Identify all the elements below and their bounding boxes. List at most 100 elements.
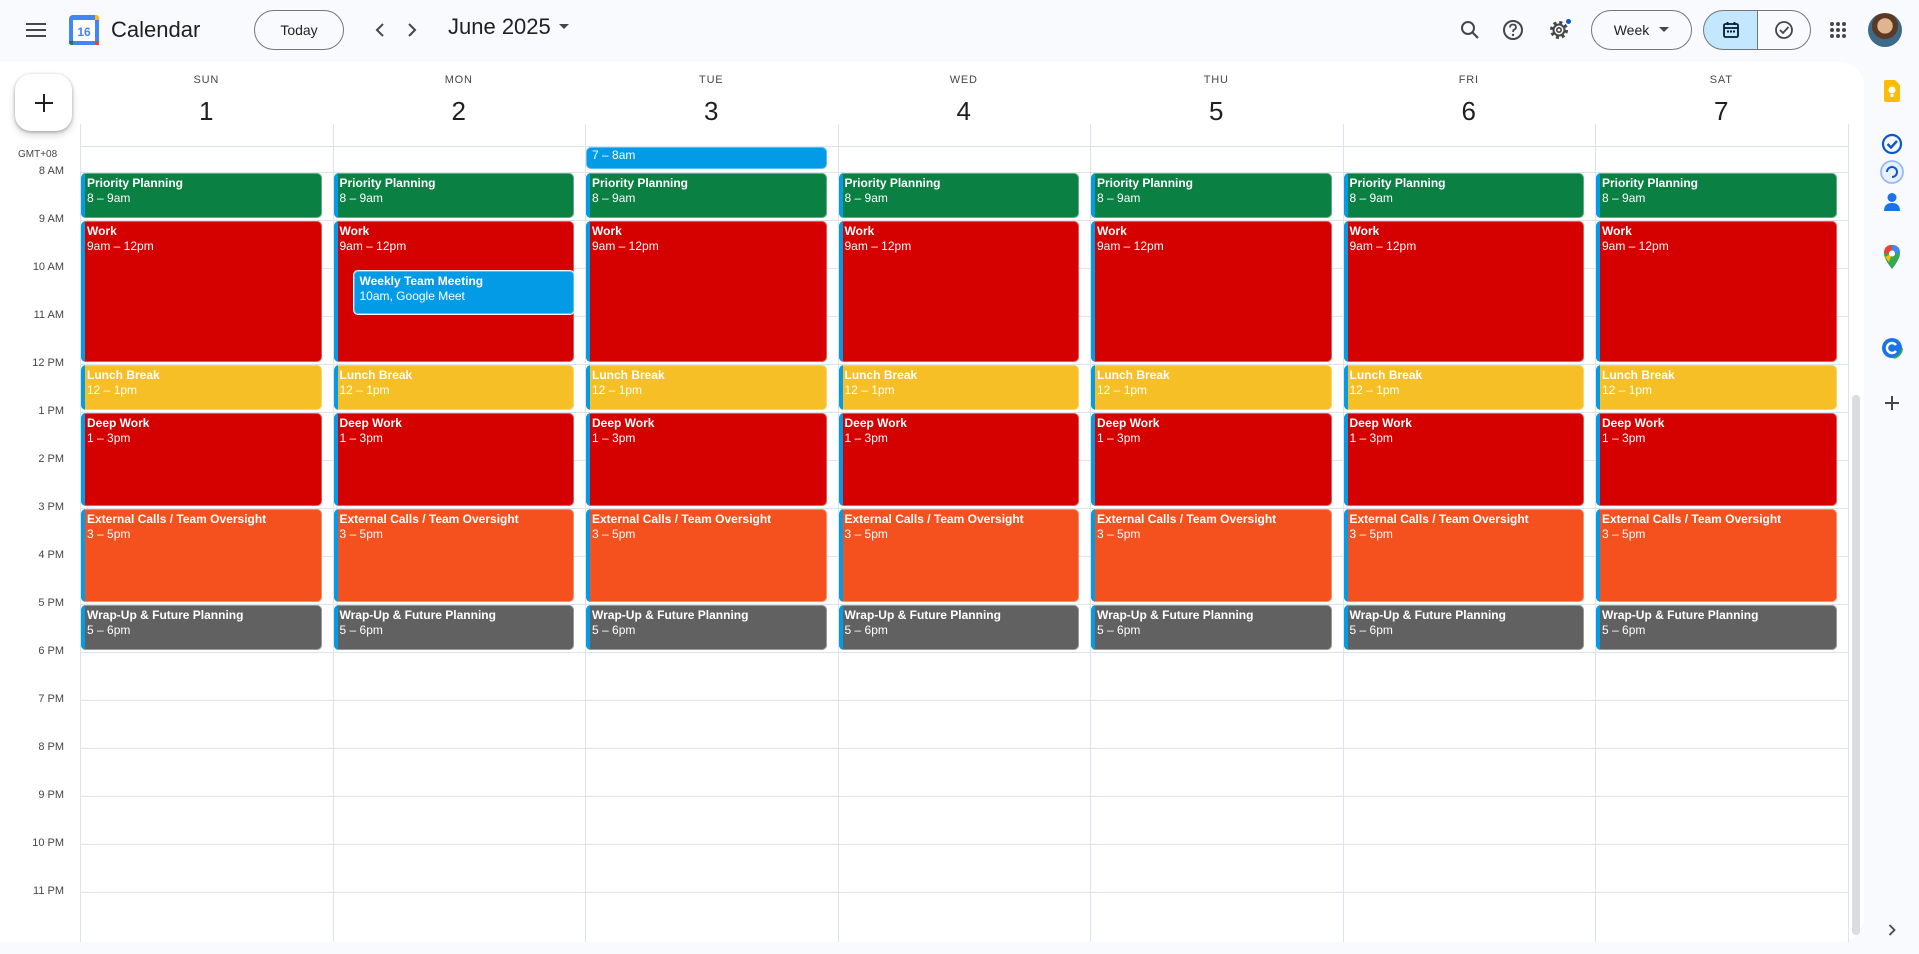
event-title: External Calls / Team Oversight	[1602, 512, 1782, 526]
event-wrap-up-future-planning[interactable]: Wrap-Up & Future Planning 5 – 6pm	[1343, 605, 1584, 650]
event-lunch-break[interactable]: Lunch Break 12 – 1pm	[333, 365, 574, 410]
event-priority-planning[interactable]: Priority Planning 8 – 9am	[333, 173, 574, 218]
event-title: Work	[844, 224, 875, 238]
tasks-view-toggle[interactable]	[1757, 10, 1811, 50]
event-deep-work[interactable]: Deep Work 1 – 3pm	[1596, 413, 1837, 506]
day-header-wed[interactable]: WED 4	[838, 62, 1091, 144]
day-header-fri[interactable]: FRI 6	[1343, 62, 1596, 144]
event-title: Wrap-Up & Future Planning	[1097, 608, 1254, 622]
event-wrap-up-future-planning[interactable]: Wrap-Up & Future Planning 5 – 6pm	[81, 605, 322, 650]
day-number[interactable]: 4	[957, 96, 971, 127]
keep-button[interactable]	[1878, 77, 1906, 105]
addon-button[interactable]	[1878, 334, 1906, 362]
search-button[interactable]	[1450, 10, 1490, 50]
event-external-calls-team-oversight[interactable]: External Calls / Team Oversight 3 – 5pm	[1091, 509, 1332, 602]
event-lunch-break[interactable]: Lunch Break 12 – 1pm	[838, 365, 1079, 410]
hide-side-panel-button[interactable]	[1878, 916, 1906, 944]
tasks-sync-indicator	[1878, 158, 1906, 186]
event-time: 8 – 9am	[1349, 191, 1393, 205]
main-menu-button[interactable]	[16, 10, 56, 50]
event-work[interactable]: Work 9am – 12pm	[81, 221, 322, 362]
calendar-view-toggle[interactable]	[1703, 10, 1757, 50]
calendar-logo[interactable]: 16	[68, 14, 100, 46]
event-priority-planning[interactable]: Priority Planning 8 – 9am	[1596, 173, 1837, 218]
get-addons-button[interactable]	[1878, 389, 1906, 417]
event-priority-planning[interactable]: Priority Planning 8 – 9am	[586, 173, 827, 218]
event-time: 3 – 5pm	[339, 527, 383, 541]
hour-label: 4 PM	[38, 549, 64, 561]
event-deep-work[interactable]: Deep Work 1 – 3pm	[586, 413, 827, 506]
hour-label: 9 AM	[38, 213, 64, 225]
event-time: 12 – 1pm	[87, 383, 138, 397]
day-number[interactable]: 6	[1462, 96, 1476, 127]
event-external-calls-team-oversight[interactable]: External Calls / Team Oversight 3 – 5pm	[333, 509, 574, 602]
event-early-morning[interactable]: 7 – 8am	[586, 147, 827, 169]
chevron-right-icon	[408, 23, 417, 37]
event-priority-planning[interactable]: Priority Planning 8 – 9am	[1343, 173, 1584, 218]
event-title: Priority Planning	[1097, 176, 1194, 190]
event-work[interactable]: Work 9am – 12pm	[838, 221, 1079, 362]
day-number[interactable]: 2	[452, 96, 466, 127]
svg-text:16: 16	[77, 25, 91, 39]
event-lunch-break[interactable]: Lunch Break 12 – 1pm	[1596, 365, 1837, 410]
event-lunch-break[interactable]: Lunch Break 12 – 1pm	[81, 365, 322, 410]
today-button[interactable]: Today	[254, 10, 344, 50]
day-header-mon[interactable]: MON 2	[333, 62, 586, 144]
event-work[interactable]: Work 9am – 12pm	[1596, 221, 1837, 362]
event-external-calls-team-oversight[interactable]: External Calls / Team Oversight 3 – 5pm	[1343, 509, 1584, 602]
day-header-thu[interactable]: THU 5	[1090, 62, 1343, 144]
event-time: 1 – 3pm	[1097, 431, 1141, 445]
day-number[interactable]: 3	[704, 96, 718, 127]
event-title: Weekly Team Meeting	[359, 274, 484, 288]
event-external-calls-team-oversight[interactable]: External Calls / Team Oversight 3 – 5pm	[1596, 509, 1837, 602]
event-title: External Calls / Team Oversight	[592, 512, 772, 526]
event-priority-planning[interactable]: Priority Planning 8 – 9am	[838, 173, 1079, 218]
event-work[interactable]: Work 9am – 12pm	[586, 221, 827, 362]
help-button[interactable]	[1493, 10, 1533, 50]
event-work[interactable]: Work 9am – 12pm	[1091, 221, 1332, 362]
day-header-sun[interactable]: SUN 1	[80, 62, 333, 144]
tasks-button[interactable]	[1878, 130, 1906, 158]
create-event-button[interactable]	[15, 74, 72, 131]
event-deep-work[interactable]: Deep Work 1 – 3pm	[81, 413, 322, 506]
event-external-calls-team-oversight[interactable]: External Calls / Team Oversight 3 – 5pm	[586, 509, 827, 602]
settings-button[interactable]	[1539, 10, 1579, 50]
event-wrap-up-future-planning[interactable]: Wrap-Up & Future Planning 5 – 6pm	[586, 605, 827, 650]
event-time: 5 – 6pm	[1349, 623, 1393, 637]
month-picker[interactable]: June 2025	[448, 14, 569, 40]
day-number[interactable]: 5	[1209, 96, 1223, 127]
event-wrap-up-future-planning[interactable]: Wrap-Up & Future Planning 5 – 6pm	[838, 605, 1079, 650]
event-deep-work[interactable]: Deep Work 1 – 3pm	[838, 413, 1079, 506]
event-priority-planning[interactable]: Priority Planning 8 – 9am	[1091, 173, 1332, 218]
event-lunch-break[interactable]: Lunch Break 12 – 1pm	[1343, 365, 1584, 410]
event-work[interactable]: Work 9am – 12pm	[1343, 221, 1584, 362]
view-selector[interactable]: Week	[1591, 10, 1692, 50]
event-deep-work[interactable]: Deep Work 1 – 3pm	[1343, 413, 1584, 506]
event-time: 1 – 3pm	[1602, 431, 1646, 445]
event-priority-planning[interactable]: Priority Planning 8 – 9am	[81, 173, 322, 218]
event-deep-work[interactable]: Deep Work 1 – 3pm	[333, 413, 574, 506]
event-deep-work[interactable]: Deep Work 1 – 3pm	[1091, 413, 1332, 506]
event-wrap-up-future-planning[interactable]: Wrap-Up & Future Planning 5 – 6pm	[1091, 605, 1332, 650]
maps-button[interactable]	[1878, 243, 1906, 271]
day-header-sat[interactable]: SAT 7	[1595, 62, 1848, 144]
event-title: External Calls / Team Oversight	[87, 512, 267, 526]
next-week-button[interactable]	[392, 10, 432, 50]
google-apps-button[interactable]	[1818, 10, 1858, 50]
event-lunch-break[interactable]: Lunch Break 12 – 1pm	[586, 365, 827, 410]
day-header-tue[interactable]: TUE 3	[585, 62, 838, 144]
contacts-button[interactable]	[1878, 188, 1906, 216]
event-wrap-up-future-planning[interactable]: Wrap-Up & Future Planning 5 – 6pm	[333, 605, 574, 650]
event-title: Work	[1349, 224, 1380, 238]
day-number[interactable]: 7	[1714, 96, 1728, 127]
event-time: 8 – 9am	[1602, 191, 1646, 205]
event-external-calls-team-oversight[interactable]: External Calls / Team Oversight 3 – 5pm	[81, 509, 322, 602]
hour-label: 8 AM	[38, 165, 64, 177]
event-external-calls-team-oversight[interactable]: External Calls / Team Oversight 3 – 5pm	[838, 509, 1079, 602]
event-wrap-up-future-planning[interactable]: Wrap-Up & Future Planning 5 – 6pm	[1596, 605, 1837, 650]
day-number[interactable]: 1	[199, 96, 213, 127]
vertical-scrollbar[interactable]	[1852, 395, 1860, 935]
account-avatar[interactable]	[1868, 13, 1902, 47]
event-lunch-break[interactable]: Lunch Break 12 – 1pm	[1091, 365, 1332, 410]
event-weekly-team-meeting[interactable]: Weekly Team Meeting 10am, Google Meet	[352, 270, 575, 315]
